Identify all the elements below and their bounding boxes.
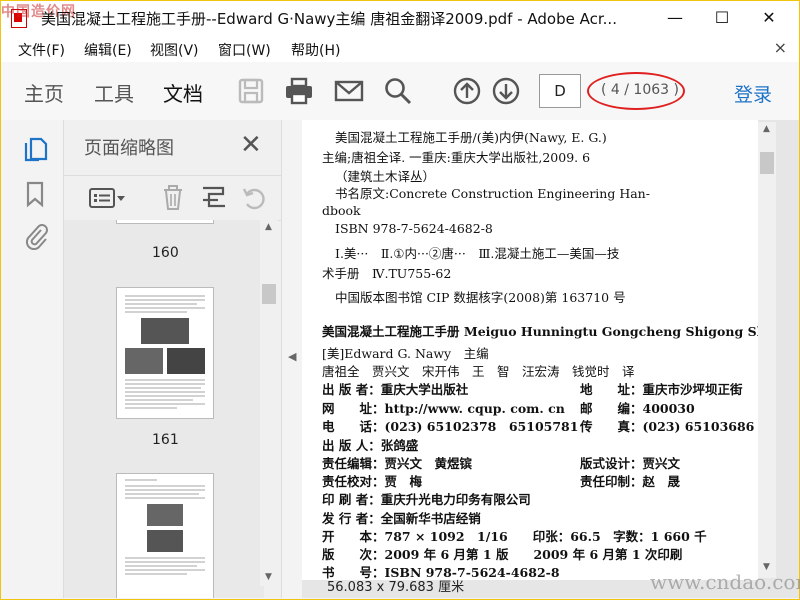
doc-line: [美]Edward G. Nawy 主编 [322,346,489,361]
doc-line: 中国版本图书馆 CIP 数据核字(2008)第 163710 号 [335,290,626,305]
document-scrollbar[interactable]: ▲ ▼ [758,122,776,578]
close-button[interactable]: ✕ [746,1,792,34]
doc-line: 责任编辑：贾兴文 黄煜镔 [322,456,473,471]
print-icon[interactable] [284,76,314,106]
thumbnail-page-160[interactable] [116,220,214,224]
navigation-rail [1,120,64,598]
tab-tools[interactable]: 工具 [94,78,134,107]
doc-line: 传 真：(023) 65103686 6 [580,419,758,434]
close-panel-icon[interactable]: ✕ [240,130,262,160]
tab-document[interactable]: 文档 [163,78,203,124]
thumbnails-toolbar [64,175,281,221]
thumbnail-options-icon[interactable] [88,184,126,212]
doc-line: dbook [322,203,361,218]
doc-line: 地 址：重庆市沙坪坝正街 [580,382,743,397]
window-title: 美国混凝土工程施工手册--Edward G·Nawy主编 唐祖金翻译2009.p… [41,10,617,28]
thumbnail-content [125,295,205,409]
doc-line: 主编;唐祖全译. 一重庆:重庆大学出版社,2009. 6 [322,150,591,165]
menu-help[interactable]: 帮助(H) [291,40,340,60]
thumbnails-panel: 页面缩略图 ✕ 160 161 ▲ ▼ [64,120,282,598]
doc-line: Ⅰ.美··· Ⅱ.①内···②唐··· Ⅲ.混凝土施工—美国—技 [335,246,620,261]
thumbnails-title: 页面缩略图 [84,138,174,159]
doc-line: 发 行 者：全国新华书店经销 [322,511,481,526]
page-down-icon[interactable] [491,76,521,106]
minimize-button[interactable]: — [652,1,698,34]
thumbnail-label: 160 [152,245,179,261]
mail-icon[interactable] [334,76,364,106]
collapse-left-arrow[interactable]: ◀ [288,350,296,363]
doc-line: 电 话：(023) 65102378 65105781 [322,419,579,434]
page-up-icon[interactable] [452,76,482,106]
menu-file[interactable]: 文件(F) [18,40,65,60]
thumbnail-label: 161 [152,432,179,448]
menu-view[interactable]: 视图(V) [150,40,199,60]
doc-line: 出 版 者：重庆大学出版社 [322,382,469,397]
tab-home[interactable]: 主页 [24,78,64,107]
pages-icon[interactable] [22,134,48,162]
scrollbar-thumb[interactable] [760,152,774,174]
rotate-icon[interactable] [240,184,268,212]
page-number-input[interactable]: D [539,74,581,108]
doc-line: 邮 编：400030 [580,401,695,416]
doc-line: 网 址：http://www. cqup. com. cn [322,401,565,416]
highlight-annotation [587,72,685,110]
document-page: 美国混凝土工程施工手册/(美)内伊(Nawy, E. G.) 主编;唐祖全译. … [302,120,758,580]
thumbnails-scrollbar[interactable]: ▲ ▼ [260,220,278,586]
doc-line: 责任校对：贾 梅 [322,474,423,489]
thumbnail-content [125,479,205,575]
menu-bar: 文件(F) 编辑(E) 视图(V) 窗口(W) 帮助(H) × [1,34,799,62]
toolbar: 主页 工具 文档 D ( 4 / 1063 ) 登录 [1,62,799,124]
title-bar: 中国造价网 美国混凝土工程施工手册--Edward G·Nawy主编 唐祖金翻译… [1,1,799,34]
scroll-down-arrow[interactable]: ▼ [265,572,272,582]
scroll-up-arrow[interactable]: ▲ [763,124,770,134]
doc-line: 美国混凝土工程施工手册/(美)内伊(Nawy, E. G.) [335,130,607,145]
scroll-up-arrow[interactable]: ▲ [265,222,272,232]
crop-icon[interactable] [200,184,228,212]
doc-line: 版 次：2009 年 6 月第 1 版 2009 年 6 月第 1 次印刷 [322,547,683,562]
search-icon[interactable] [383,76,413,106]
doc-line: 书名原文:Concrete Construction Engineering H… [335,186,650,201]
doc-line: 美国混凝土工程施工手册 Meiguo Hunningtu Gongcheng S… [322,324,758,339]
scrollbar-thumb[interactable] [262,284,276,304]
maximize-button[interactable]: ☐ [699,1,745,34]
doc-line: 开 本：787 × 1092 1/16 印张：66.5 字数：1 660 千 [322,529,707,544]
doc-line: 责任印制：赵 晟 [580,474,681,489]
page-dimensions: 56.083 x 79.683 厘米 [327,580,465,595]
login-link[interactable]: 登录 [734,80,772,107]
bookmark-icon[interactable] [22,180,48,208]
doc-line: 版式设计：贾兴文 [580,456,681,471]
thumbnail-page-161[interactable] [116,287,214,419]
menu-window[interactable]: 窗口(W) [218,40,271,60]
panel-collapse-strip: ◀ [282,120,302,598]
thumbnail-list: 160 161 [64,220,264,598]
close-document-icon[interactable]: × [774,38,787,57]
thumbnail-page-162[interactable] [116,473,214,598]
save-icon[interactable] [236,76,266,106]
doc-line: 术手册 Ⅳ.TU755-62 [322,266,452,281]
doc-line: 印 刷 者：重庆升光电力印务有限公司 [322,492,531,507]
attachment-icon[interactable] [22,222,48,250]
watermark-bottom: www.cndao.com [650,570,800,594]
menu-edit[interactable]: 编辑(E) [84,40,132,60]
doc-line: 唐祖全 贾兴文 宋开伟 王 智 汪宏涛 钱觉时 译 [322,364,635,379]
document-viewport: 美国混凝土工程施工手册/(美)内伊(Nawy, E. G.) 主编;唐祖全译. … [302,120,799,598]
doc-line: ISBN 978-7-5624-4682-8 [335,221,493,236]
delete-icon[interactable] [160,184,186,212]
doc-line: 出 版 人：张鸽盛 [322,438,419,453]
